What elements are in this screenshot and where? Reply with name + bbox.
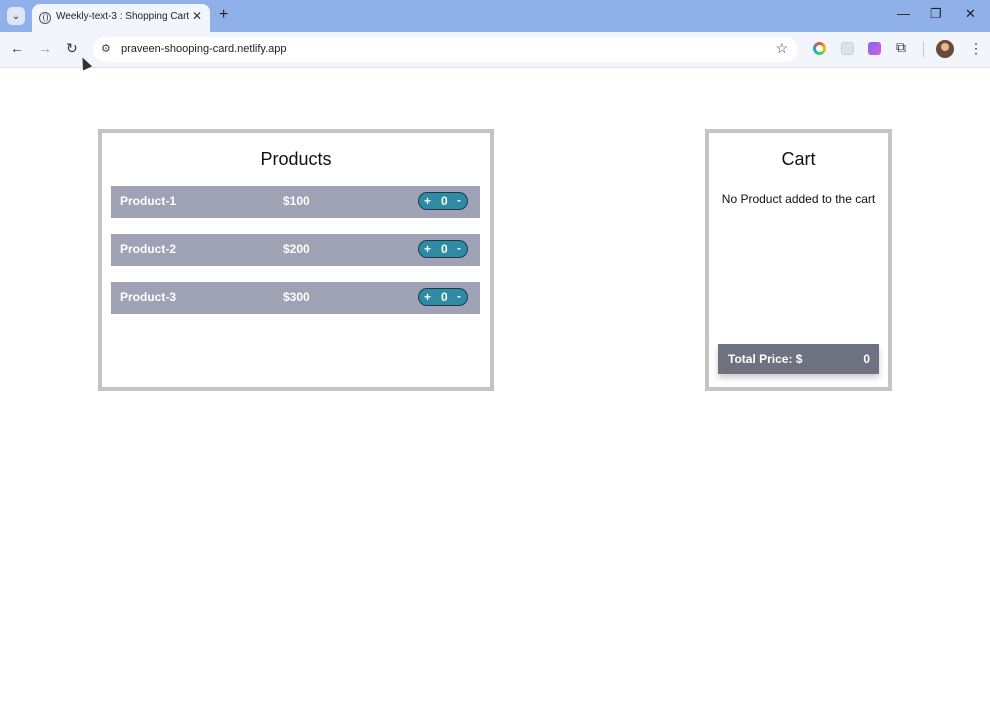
products-heading: Products bbox=[260, 149, 332, 169]
bookmark-star-icon[interactable]: ☆ bbox=[775, 40, 788, 57]
extensions-puzzle-icon[interactable]: ⧉ bbox=[896, 39, 906, 56]
tab-search-chevron-icon[interactable]: ⌄ bbox=[7, 7, 25, 25]
extension-purple-icon[interactable] bbox=[868, 42, 881, 55]
quantity-stepper: + 0 - bbox=[418, 288, 468, 306]
window-close-button[interactable]: ✕ bbox=[965, 6, 976, 22]
browser-tab[interactable]: Weekly-text-3 : Shopping Cart ✕ bbox=[32, 4, 210, 32]
cart-heading: Cart bbox=[781, 149, 816, 169]
reload-button[interactable]: ↻ bbox=[66, 40, 78, 57]
browser-toolbar: ← → ↻ ⚙ praveen-shooping-card.netlify.ap… bbox=[0, 32, 990, 68]
product-name: Product-2 bbox=[120, 242, 177, 256]
decrement-button[interactable]: - bbox=[457, 193, 461, 207]
decrement-button[interactable]: - bbox=[457, 289, 461, 303]
globe-icon bbox=[39, 12, 51, 24]
back-button[interactable]: ← bbox=[10, 40, 24, 56]
cart-empty-message: No Product added to the cart bbox=[721, 192, 876, 206]
new-tab-button[interactable]: + bbox=[219, 6, 228, 24]
total-price-value: 0 bbox=[863, 352, 870, 366]
product-price: $300 bbox=[283, 290, 310, 304]
site-info-icon[interactable]: ⚙ bbox=[101, 42, 111, 55]
forward-button[interactable]: → bbox=[38, 40, 52, 56]
cart-panel: Cart No Product added to the cart Total … bbox=[705, 129, 892, 391]
tab-title: Weekly-text-3 : Shopping Cart bbox=[56, 11, 190, 22]
quantity-value: 0 bbox=[441, 290, 448, 304]
product-name: Product-3 bbox=[120, 290, 177, 304]
total-price-label: Total Price: $ bbox=[728, 352, 803, 366]
quantity-stepper: + 0 - bbox=[418, 240, 468, 258]
quantity-value: 0 bbox=[441, 242, 448, 256]
quantity-value: 0 bbox=[441, 194, 448, 208]
product-price: $100 bbox=[283, 194, 310, 208]
browser-tab-bar: ⌄ Weekly-text-3 : Shopping Cart ✕ + — ❐ … bbox=[0, 0, 990, 32]
increment-button[interactable]: + bbox=[424, 290, 431, 304]
product-price: $200 bbox=[283, 242, 310, 256]
product-row: Product-2 $200 + 0 - bbox=[111, 234, 480, 266]
extension-grid-icon[interactable] bbox=[841, 42, 854, 55]
total-price-bar: Total Price: $ 0 bbox=[718, 344, 879, 374]
profile-avatar[interactable] bbox=[936, 40, 954, 58]
browser-menu-icon[interactable]: ⋮ bbox=[969, 40, 983, 57]
url-text[interactable]: praveen-shooping-card.netlify.app bbox=[121, 43, 287, 55]
products-panel: Products Product-1 $100 + 0 - Product-2 … bbox=[98, 129, 494, 391]
toolbar-divider bbox=[923, 42, 924, 57]
product-row: Product-1 $100 + 0 - bbox=[111, 186, 480, 218]
extension-color-ring-icon[interactable] bbox=[813, 42, 826, 55]
increment-button[interactable]: + bbox=[424, 194, 431, 208]
address-bar[interactable]: ⚙ praveen-shooping-card.netlify.app ☆ bbox=[93, 37, 798, 62]
restore-button[interactable]: ❐ bbox=[930, 6, 942, 22]
decrement-button[interactable]: - bbox=[457, 241, 461, 255]
increment-button[interactable]: + bbox=[424, 242, 431, 256]
minimize-button[interactable]: — bbox=[897, 6, 910, 21]
tab-close-icon[interactable]: ✕ bbox=[192, 9, 202, 23]
product-name: Product-1 bbox=[120, 194, 177, 208]
product-row: Product-3 $300 + 0 - bbox=[111, 282, 480, 314]
quantity-stepper: + 0 - bbox=[418, 192, 468, 210]
